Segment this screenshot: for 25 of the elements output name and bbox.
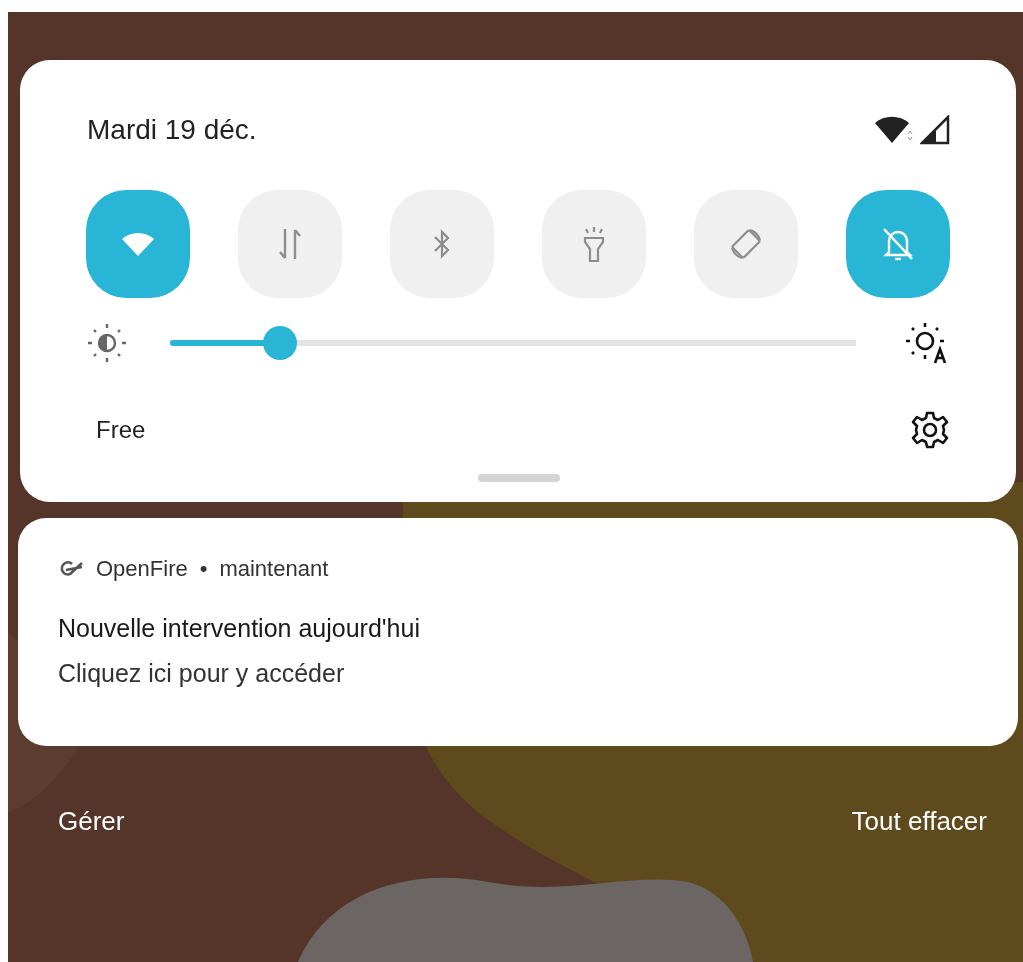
app-name: OpenFire: [96, 556, 188, 582]
date-text: Mardi 19 déc.: [87, 114, 257, 146]
mute-tile[interactable]: [846, 190, 950, 298]
brightness-icon: [86, 322, 128, 364]
cell-signal-icon: [920, 115, 950, 145]
settings-icon[interactable]: [910, 410, 950, 450]
notification-title: Nouvelle intervention aujourd'hui: [58, 614, 421, 643]
action-button[interactable]: Gérer: [58, 806, 125, 837]
data-tile[interactable]: [238, 190, 342, 298]
wifi-tile[interactable]: [86, 190, 190, 298]
slider-thumb[interactable]: [262, 326, 297, 360]
notification-body: Cliquez ici pour y accéder: [58, 659, 346, 688]
carrier-name: Free: [96, 416, 146, 444]
flashlight-tile[interactable]: [542, 190, 646, 298]
drag-handle[interactable]: [478, 474, 560, 482]
wifi-icon: [121, 231, 155, 257]
bluetooth-tile[interactable]: [390, 190, 494, 298]
bluetooth-icon: [433, 228, 451, 260]
arrows-icon: [279, 227, 301, 261]
rotate-tile[interactable]: [694, 190, 798, 298]
notification-time: maintenant: [219, 556, 329, 582]
action-button[interactable]: Tout effacer: [851, 806, 987, 837]
app-icon: [58, 559, 84, 579]
wifi-signal-icon: [874, 116, 914, 144]
separator-dot: •: [199, 556, 208, 582]
